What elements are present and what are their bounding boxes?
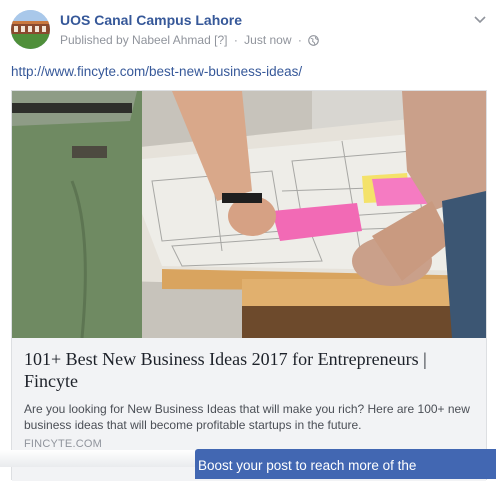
link-preview-description: Are you looking for New Business Ideas t… bbox=[24, 402, 470, 432]
campus-photo-icon bbox=[11, 10, 50, 49]
chevron-down-icon[interactable] bbox=[474, 16, 486, 24]
boost-post-banner[interactable]: Boost your post to reach more of the bbox=[195, 449, 496, 479]
link-preview-title[interactable]: 101+ Best New Business Ideas 2017 for En… bbox=[24, 348, 479, 392]
page-name-link[interactable]: UOS Canal Campus Lahore bbox=[60, 12, 242, 28]
published-by[interactable]: Published by Nabeel Ahmad bbox=[60, 33, 211, 47]
meta-separator: · bbox=[233, 33, 238, 47]
post-header: UOS Canal Campus Lahore Published by Nab… bbox=[11, 10, 486, 52]
boost-post-label[interactable]: Boost your post to reach more of the bbox=[198, 458, 416, 473]
post-timestamp[interactable]: Just now bbox=[244, 33, 291, 47]
post-meta: Published by Nabeel Ahmad [?] · Just now… bbox=[60, 33, 320, 49]
link-preview-image[interactable] bbox=[12, 91, 486, 338]
footer-shadow bbox=[0, 450, 195, 467]
link-preview-card[interactable]: 101+ Best New Business Ideas 2017 for En… bbox=[11, 90, 487, 481]
help-marker[interactable]: [?] bbox=[214, 33, 227, 47]
meta-separator-2: · bbox=[297, 33, 302, 47]
business-meeting-photo bbox=[12, 91, 486, 338]
post-url-link[interactable]: http://www.fincyte.com/best-new-business… bbox=[11, 64, 302, 79]
page-avatar[interactable] bbox=[11, 10, 50, 49]
link-preview-domain: FINCYTE.COM bbox=[24, 438, 102, 450]
globe-icon[interactable] bbox=[308, 35, 320, 49]
